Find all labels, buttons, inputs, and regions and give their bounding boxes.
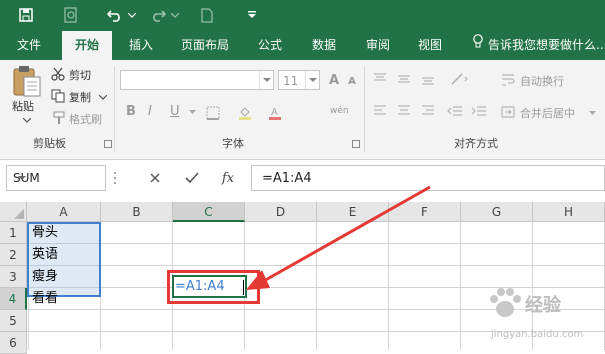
baidu-paw-logo-icon	[490, 288, 521, 317]
watermark-url: jingyan.baidu.com	[491, 329, 584, 340]
watermark: 经验 jingyan.baidu.com	[485, 283, 605, 350]
watermark-brand: 经验	[525, 295, 561, 316]
